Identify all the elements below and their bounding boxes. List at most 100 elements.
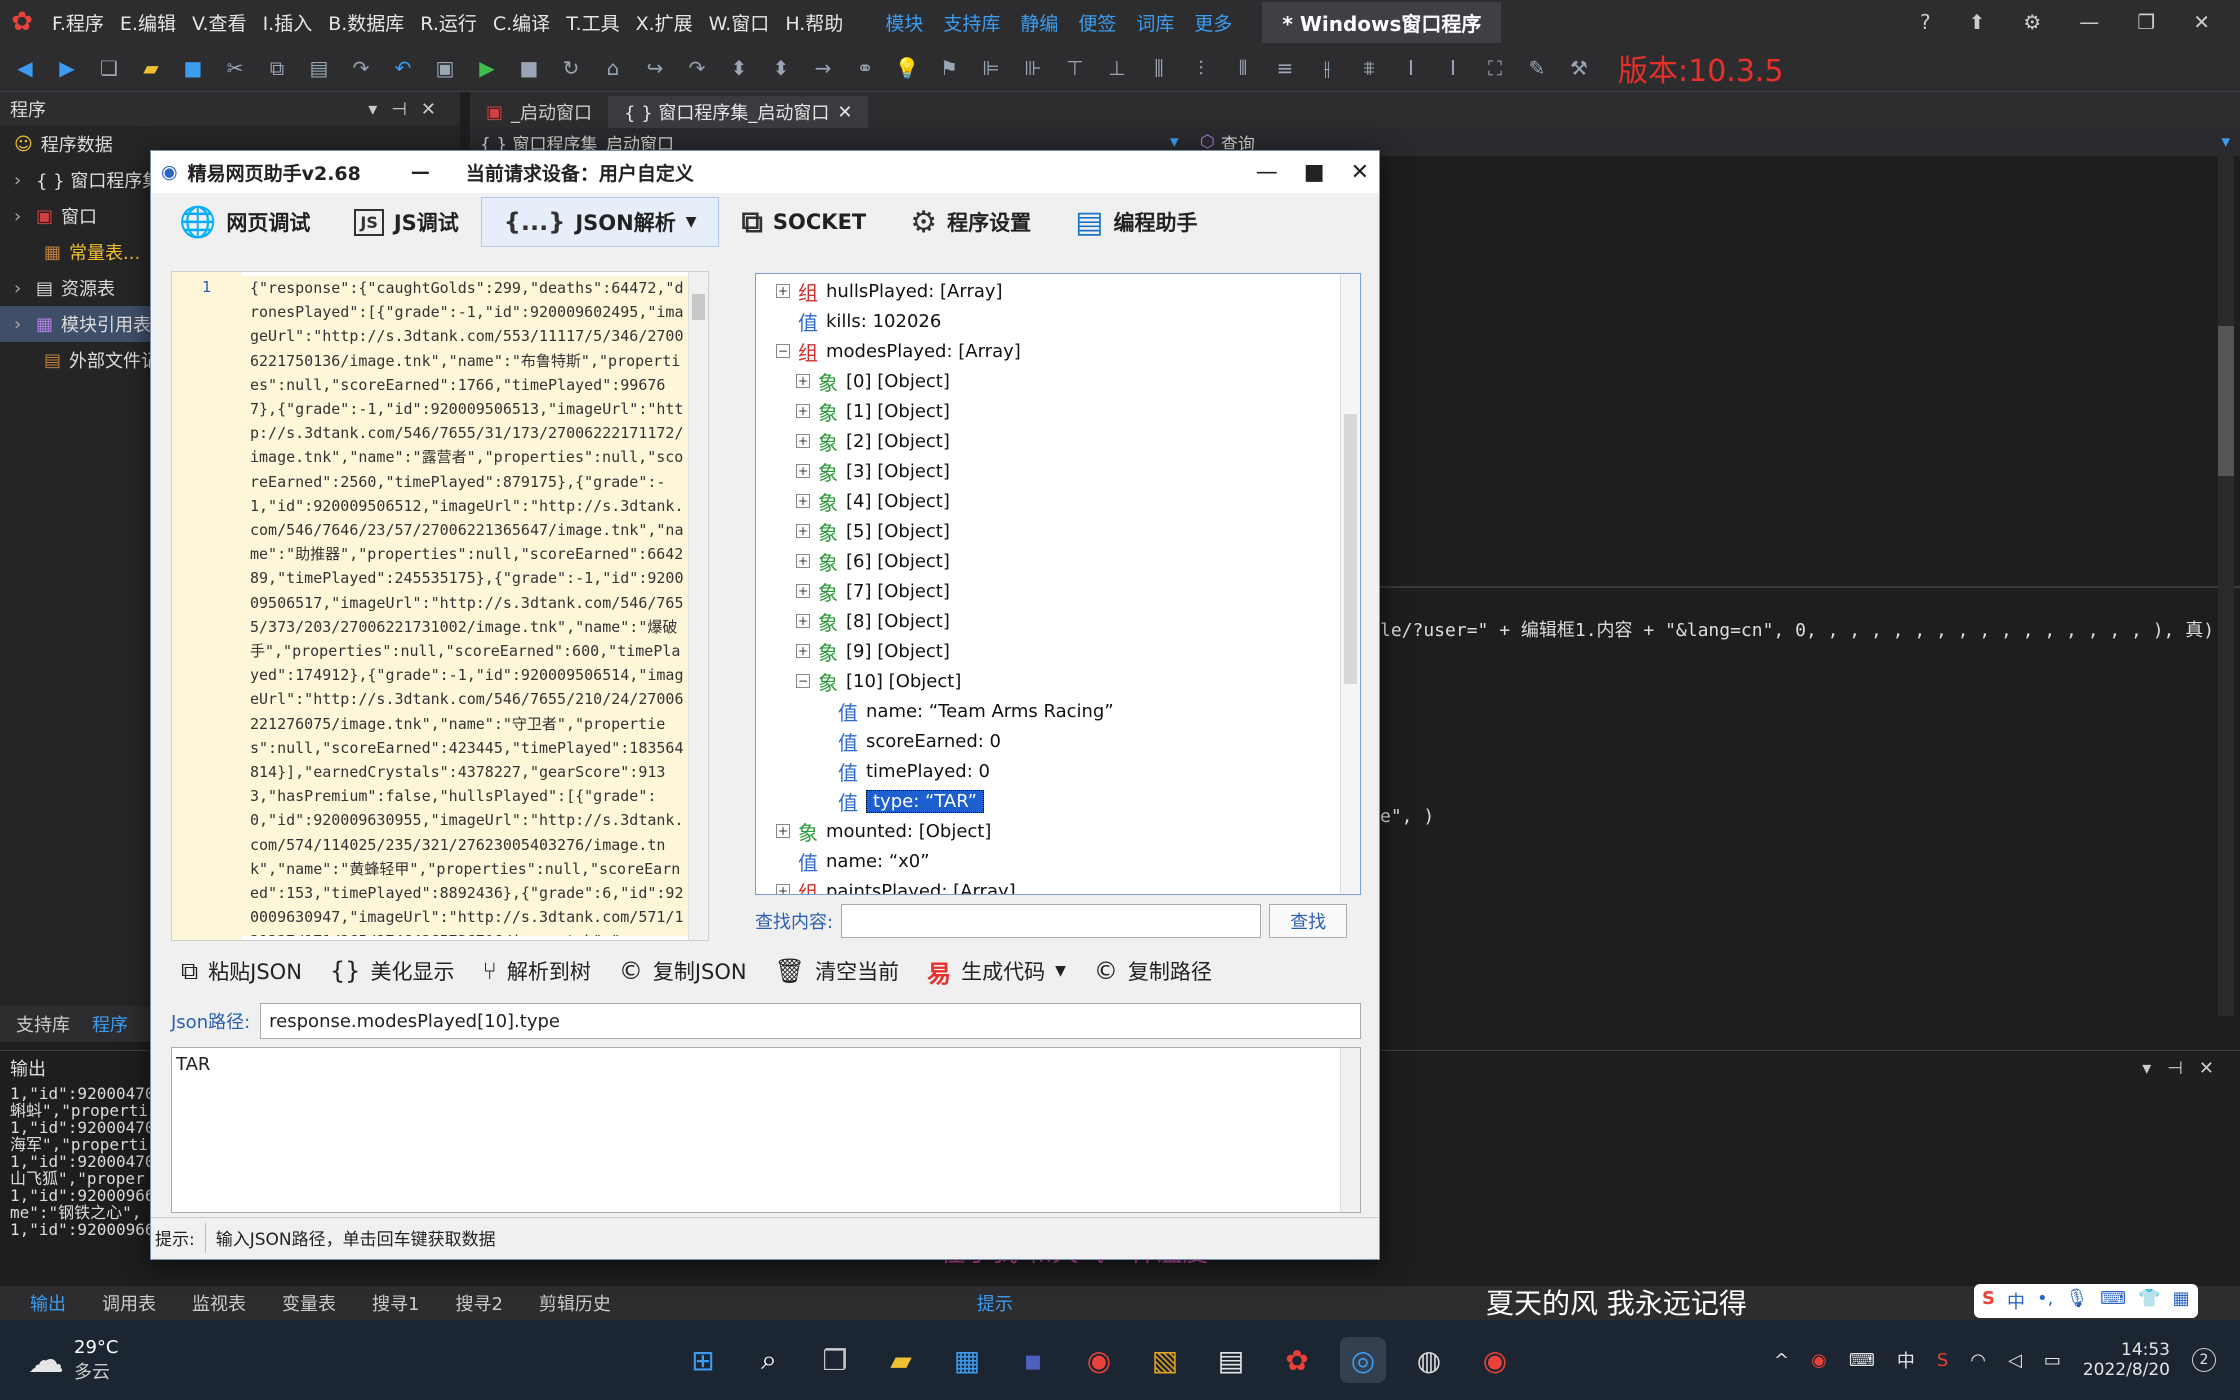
ime-toolbar[interactable]: S 中 •, 🎙 ⌨ 👕 ▦ — [1974, 1284, 2198, 1318]
link-modules[interactable]: 模块 — [875, 9, 933, 36]
tab-search-2[interactable]: 搜寻2 — [455, 1290, 502, 1316]
tree-node[interactable]: + 象 [3] [Object] — [796, 456, 950, 486]
obs-icon[interactable]: ◍ — [1406, 1337, 1452, 1383]
expand-icon[interactable]: + — [776, 884, 790, 894]
pen-icon[interactable]: ✎ — [1524, 56, 1550, 80]
tree-node[interactable]: 值 scoreEarned: 0 — [816, 726, 1001, 756]
notification-badge[interactable]: 2 — [2192, 1348, 2216, 1372]
json-scrollbar[interactable] — [688, 272, 708, 940]
app-icon[interactable]: ▪ — [1010, 1337, 1056, 1383]
link-notes[interactable]: 便签 — [1068, 9, 1126, 36]
tree-node[interactable]: + 象 [0] [Object] — [796, 366, 950, 396]
tree-node[interactable]: 值 name: “x0” — [776, 846, 930, 876]
expand-icon[interactable]: + — [796, 404, 810, 418]
step-icon[interactable]: ↪ — [642, 56, 668, 80]
menu-view[interactable]: V.查看 — [184, 9, 255, 36]
clear-button[interactable]: 🗑 清空当前 — [775, 956, 899, 986]
tab-search-1[interactable]: 搜寻1 — [372, 1290, 419, 1316]
nav-web-debug[interactable]: 🌐 网页调试 — [157, 197, 332, 247]
cut-icon[interactable]: ✂ — [222, 56, 248, 80]
beautify-button[interactable]: {} 美化显示 — [330, 956, 455, 986]
spread-v-icon[interactable]: ≡ — [1272, 56, 1298, 80]
save-icon[interactable]: ■ — [180, 56, 206, 80]
expand-icon[interactable]: + — [776, 284, 790, 298]
tab-support-lib[interactable]: 支持库 — [16, 1011, 70, 1037]
tree-node[interactable]: 值 type: “TAR” — [816, 786, 984, 816]
expand-icon[interactable]: + — [796, 434, 810, 448]
punct-icon[interactable]: •, — [2037, 1288, 2053, 1314]
breakpoint-icon[interactable]: ⬍ — [726, 56, 752, 80]
close-icon[interactable]: ✕ — [2193, 10, 2210, 34]
ime-chinese-icon[interactable]: 中 — [2007, 1288, 2025, 1314]
copy-json-button[interactable]: © 复制JSON — [619, 956, 747, 986]
document-title[interactable]: * Windows窗口程序 — [1262, 1, 1502, 43]
menu-compile[interactable]: C.编译 — [485, 9, 558, 36]
center-h-icon[interactable]: ⫼ — [1146, 56, 1172, 80]
back-icon[interactable]: ◀ — [12, 56, 38, 80]
tab-watch[interactable]: 监视表 — [192, 1290, 246, 1316]
nav-assistant[interactable]: ▤ 编程助手 — [1053, 197, 1219, 247]
wifi-icon[interactable]: ◠ — [1970, 1350, 1986, 1371]
keyboard-icon[interactable]: ⌨ — [1849, 1350, 1875, 1371]
chevron-down-icon[interactable]: ▼ — [686, 214, 697, 230]
tab-call-stack[interactable]: 调用表 — [102, 1290, 156, 1316]
netease-tray-icon[interactable]: ◉ — [1811, 1350, 1827, 1371]
collapse-icon[interactable]: − — [796, 674, 810, 688]
file-explorer-icon[interactable]: ▰ — [878, 1337, 924, 1383]
help-icon[interactable]: ? — [1920, 10, 1931, 34]
maximize-icon[interactable]: ■ — [1304, 160, 1325, 185]
tree-node[interactable]: + 组 paintsPlayed: [Array] — [776, 876, 1016, 894]
stop-icon[interactable]: ■ — [516, 56, 542, 80]
bulb-icon[interactable]: 💡 — [894, 56, 920, 80]
photo-icon[interactable]: ▧ — [1142, 1337, 1188, 1383]
restore-icon[interactable]: ❐ — [2137, 10, 2155, 34]
expand-icon[interactable]: + — [796, 644, 810, 658]
link-dictionary[interactable]: 词库 — [1126, 9, 1184, 36]
expand-icon[interactable]: + — [796, 554, 810, 568]
menu-window[interactable]: W.窗口 — [701, 9, 778, 36]
expand-icon[interactable]: + — [796, 374, 810, 388]
chevron-down-icon[interactable]: ▾ — [1170, 132, 1190, 152]
task-view-icon[interactable]: ❐ — [812, 1337, 858, 1383]
minimize-icon[interactable]: — — [2079, 10, 2099, 34]
netease-music-icon[interactable]: ◉ — [1472, 1337, 1518, 1383]
active-app-icon[interactable]: ◎ — [1340, 1337, 1386, 1383]
menu-tools[interactable]: T.工具 — [558, 9, 627, 36]
tab-hint[interactable]: 提示 — [977, 1290, 1013, 1316]
collapse-icon[interactable]: − — [776, 344, 790, 358]
arrow-icon[interactable]: → — [810, 56, 836, 80]
clock-date[interactable]: 2022/8/20 — [2083, 1360, 2170, 1380]
step-over-icon[interactable]: ↷ — [684, 56, 710, 80]
nav-settings[interactable]: ⚙ 程序设置 — [888, 197, 1053, 247]
nav-socket[interactable]: ⧉ SOCKET — [719, 197, 888, 247]
build-icon[interactable]: ⌂ — [600, 56, 626, 80]
tree-node[interactable]: + 象 [2] [Object] — [796, 426, 950, 456]
tree-node[interactable]: + 象 [1] [Object] — [796, 396, 950, 426]
link-support-lib[interactable]: 支持库 — [933, 9, 1010, 36]
expand-icon[interactable]: + — [796, 584, 810, 598]
result-box[interactable]: TAR — [171, 1047, 1361, 1213]
close-tab-icon[interactable]: ✕ — [837, 102, 852, 123]
chevron-down-icon[interactable]: ▾ — [2221, 132, 2240, 152]
new-icon[interactable]: ❏ — [96, 56, 122, 80]
code-line[interactable]: le/?user=" + 编辑框1.内容 + "&lang=cn", 0, , … — [1380, 616, 2214, 642]
notepad-icon[interactable]: ▤ — [1208, 1337, 1254, 1383]
chevron-down-icon[interactable]: ▼ — [1055, 963, 1066, 979]
nav-json-parse[interactable]: {...} JSON解析 ▼ — [480, 197, 720, 247]
align-right-icon[interactable]: ⊪ — [1020, 56, 1046, 80]
watch-icon[interactable]: ⬍ — [768, 56, 794, 80]
panel-controls[interactable]: ▾⊣✕ — [368, 99, 450, 120]
minimize-icon[interactable]: — — [1256, 160, 1278, 185]
result-scrollbar[interactable] — [1340, 1048, 1360, 1212]
store-icon[interactable]: ▦ — [944, 1337, 990, 1383]
tab-output[interactable]: 输出 — [30, 1290, 66, 1316]
tree-node[interactable]: + 象 [7] [Object] — [796, 576, 950, 606]
link-static[interactable]: 静编 — [1010, 9, 1068, 36]
align-top-icon[interactable]: ⊤ — [1062, 56, 1088, 80]
nav-js-debug[interactable]: JS JS调试 — [332, 197, 480, 247]
chevron-up-icon[interactable]: ^ — [1774, 1350, 1789, 1371]
menu-insert[interactable]: I.插入 — [255, 9, 321, 36]
center-v-icon[interactable]: ⫶ — [1188, 56, 1214, 80]
menu-database[interactable]: B.数据库 — [320, 9, 412, 36]
tree-node[interactable]: − 象 [10] [Object] — [796, 666, 961, 696]
